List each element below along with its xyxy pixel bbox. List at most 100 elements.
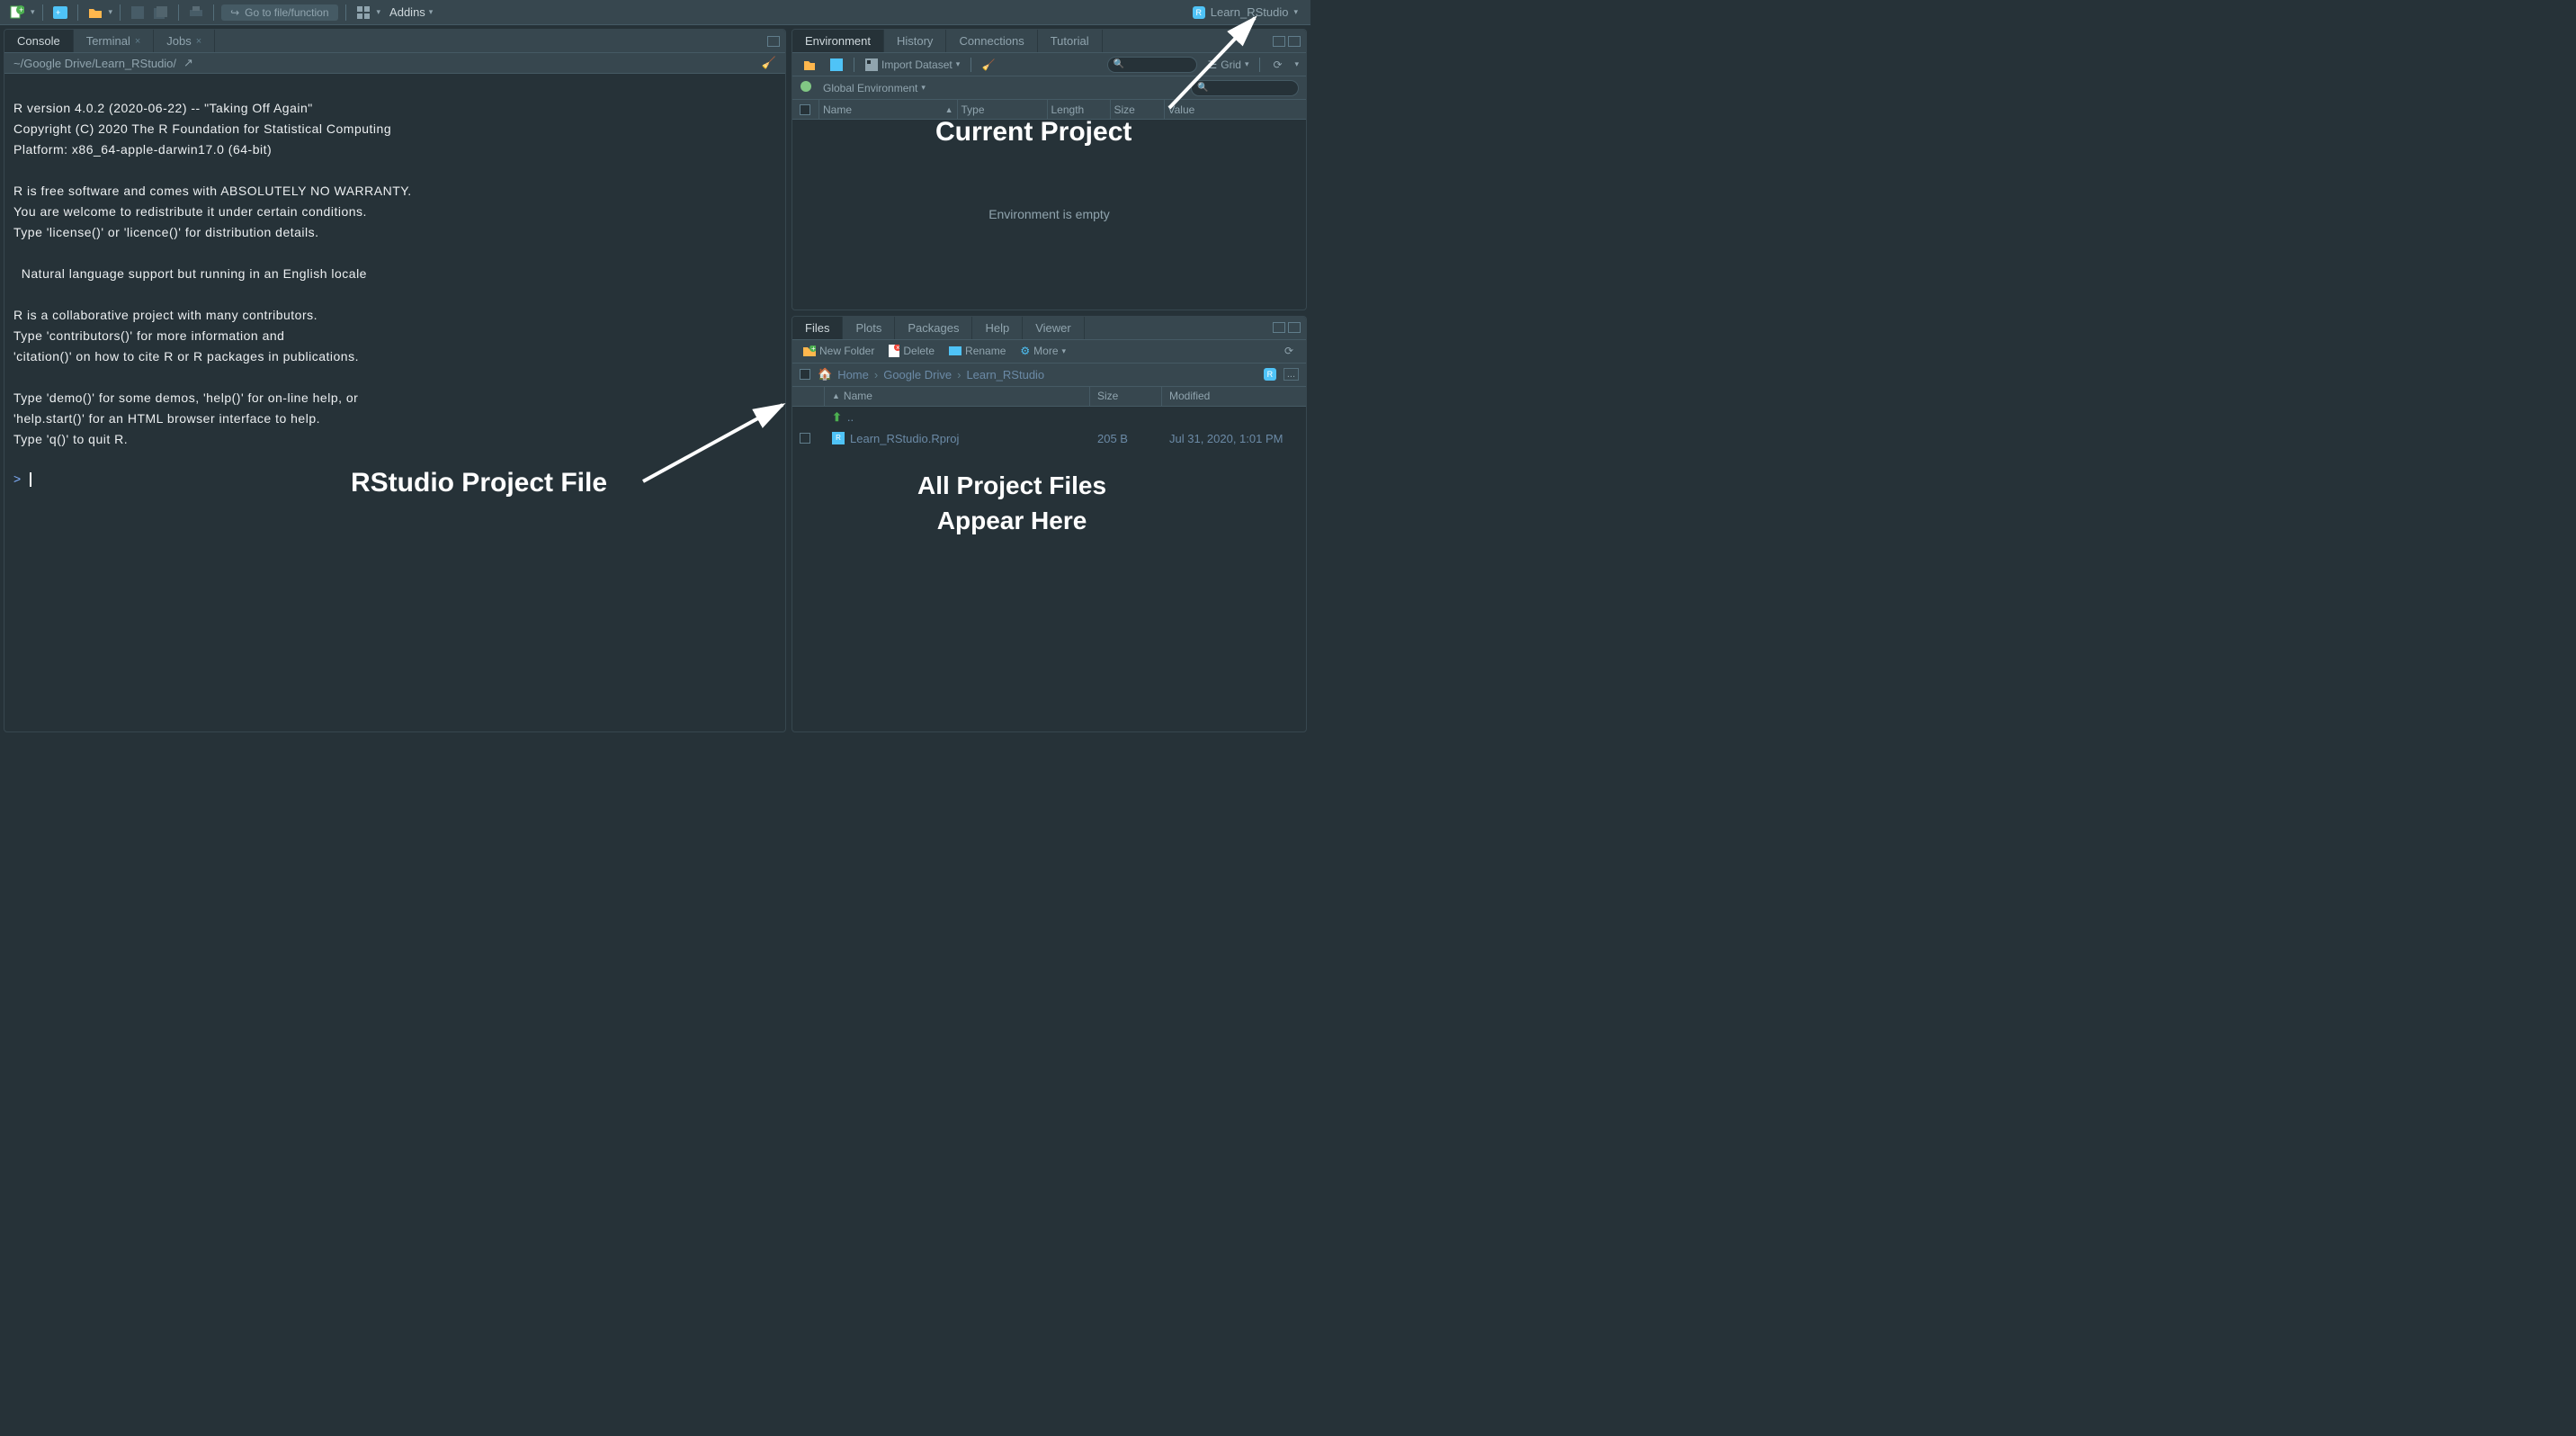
col-value[interactable]: Value: [1165, 100, 1303, 119]
save-icon: [128, 4, 148, 22]
open-file-icon[interactable]: [85, 4, 105, 22]
minimize-icon[interactable]: [1273, 36, 1285, 47]
files-columns-header: ▲ Name Size Modified: [792, 387, 1306, 407]
goto-placeholder: Go to file/function: [245, 6, 328, 19]
project-name: Learn_RStudio: [1211, 5, 1289, 19]
r-logo-icon: [800, 80, 812, 95]
tab-viewer[interactable]: Viewer: [1023, 317, 1085, 339]
rproject-icon: R: [1193, 6, 1205, 19]
rproj-file-icon: R: [832, 432, 845, 444]
filter-input[interactable]: 🔍: [1191, 80, 1299, 96]
env-toolbar: Import Dataset ▾ 🧹 🔍 ☰ Grid ▾ ⟳▾: [792, 53, 1306, 76]
env-empty-text: Environment is empty: [988, 207, 1110, 221]
tab-plots[interactable]: Plots: [843, 317, 895, 339]
col-modified[interactable]: Modified: [1162, 387, 1306, 406]
tab-packages[interactable]: Packages: [895, 317, 972, 339]
breadcrumb: 🏠 Home › Google Drive › Learn_RStudio: [818, 367, 1044, 381]
caret-icon[interactable]: ▾: [377, 7, 381, 17]
goto-dir-icon[interactable]: ↗: [183, 56, 193, 70]
working-dir-path[interactable]: ~/Google Drive/Learn_RStudio/: [13, 57, 176, 70]
save-workspace-icon[interactable]: [827, 56, 846, 74]
gear-icon: ⚙: [1020, 345, 1030, 357]
file-size: 205 B: [1090, 432, 1162, 445]
clear-console-icon[interactable]: 🧹: [762, 56, 776, 70]
col-type[interactable]: Type: [958, 100, 1048, 119]
load-workspace-icon[interactable]: [800, 56, 819, 74]
rename-button[interactable]: Rename: [945, 343, 1009, 359]
tab-jobs[interactable]: Jobs ×: [154, 30, 215, 52]
ellipsis-icon[interactable]: ...: [1284, 368, 1299, 381]
tab-files[interactable]: Files: [792, 317, 843, 339]
tab-terminal[interactable]: Terminal ×: [74, 30, 155, 52]
clear-env-icon[interactable]: 🧹: [979, 56, 998, 74]
tab-tutorial[interactable]: Tutorial: [1038, 30, 1103, 52]
project-selector[interactable]: R Learn_RStudio ▾: [1187, 4, 1303, 21]
col-size[interactable]: Size: [1111, 100, 1165, 119]
goto-icon: ↪: [230, 6, 239, 19]
console-prompt: >: [13, 471, 22, 486]
env-body: Environment is empty: [792, 120, 1306, 310]
env-columns-header: Name▲ Type Length Size Value: [792, 100, 1306, 120]
tools-grid-icon[interactable]: [353, 4, 373, 22]
caret-icon[interactable]: ▾: [109, 7, 113, 17]
svg-text:+: +: [19, 5, 23, 14]
files-list: ⬆ .. R Learn_RStudio.Rproj 205 B Jul 31,…: [792, 407, 1306, 731]
file-row-up[interactable]: ⬆ ..: [792, 407, 1306, 428]
files-breadcrumb-row: 🏠 Home › Google Drive › Learn_RStudio R …: [792, 363, 1306, 387]
console-text: R version 4.0.2 (2020-06-22) -- "Taking …: [13, 101, 412, 446]
file-modified: Jul 31, 2020, 1:01 PM: [1162, 432, 1306, 445]
more-button[interactable]: ⚙ More ▾: [1016, 343, 1069, 359]
console-tabs: Console Terminal × Jobs ×: [4, 30, 785, 53]
crumb-2[interactable]: Learn_RStudio: [966, 368, 1044, 381]
env-scope-row: Global Environment ▾ 🔍: [792, 76, 1306, 100]
tab-help[interactable]: Help: [972, 317, 1023, 339]
tab-history[interactable]: History: [884, 30, 946, 52]
select-all-files-checkbox[interactable]: [800, 369, 810, 380]
refresh-icon[interactable]: ⟳: [1267, 56, 1287, 74]
crumb-home[interactable]: Home: [837, 368, 869, 381]
new-project-icon[interactable]: +: [50, 4, 70, 22]
col-size[interactable]: Size: [1090, 387, 1162, 406]
goto-project-dir-icon[interactable]: R: [1264, 368, 1276, 381]
delete-button[interactable]: × Delete: [885, 343, 938, 359]
search-icon: 🔍: [1197, 83, 1208, 93]
home-icon[interactable]: 🏠: [818, 367, 832, 381]
addins-label: Addins: [389, 5, 425, 19]
new-folder-button[interactable]: + New Folder: [800, 343, 878, 359]
maximize-icon[interactable]: [767, 36, 780, 47]
maximize-icon[interactable]: [1288, 322, 1301, 333]
env-tabs: Environment History Connections Tutorial: [792, 30, 1306, 53]
goto-file-function-input[interactable]: ↪ Go to file/function: [221, 4, 337, 21]
print-icon: [186, 4, 206, 22]
console-output[interactable]: R version 4.0.2 (2020-06-22) -- "Taking …: [4, 74, 785, 731]
crumb-1[interactable]: Google Drive: [883, 368, 952, 381]
addins-menu[interactable]: Addins ▾: [384, 4, 438, 21]
tab-console[interactable]: Console: [4, 30, 74, 52]
import-dataset-button[interactable]: Import Dataset ▾: [862, 57, 963, 73]
minimize-icon[interactable]: [1273, 322, 1285, 333]
view-mode-selector[interactable]: ☰ Grid ▾: [1204, 57, 1253, 73]
select-all-checkbox[interactable]: [800, 104, 810, 115]
col-length[interactable]: Length: [1048, 100, 1111, 119]
file-row-rproj[interactable]: R Learn_RStudio.Rproj 205 B Jul 31, 2020…: [792, 428, 1306, 449]
caret-icon[interactable]: ▾: [31, 7, 35, 17]
svg-text:+: +: [811, 346, 816, 353]
main-toolbar: + ▾ + ▾ ↪ Go to file/function ▾ Addins ▾…: [0, 0, 1310, 25]
svg-text:×: ×: [896, 345, 899, 352]
scope-selector[interactable]: Global Environment ▾: [819, 80, 929, 96]
up-arrow-icon: ⬆: [832, 410, 842, 425]
maximize-icon[interactable]: [1288, 36, 1301, 47]
files-tabs: Files Plots Packages Help Viewer: [792, 317, 1306, 340]
file-checkbox[interactable]: [800, 433, 810, 444]
refresh-icon[interactable]: ⟳: [1279, 342, 1299, 360]
tab-connections[interactable]: Connections: [946, 30, 1037, 52]
search-icon: 🔍: [1114, 59, 1124, 69]
col-name[interactable]: Name▲: [819, 100, 958, 119]
new-file-icon[interactable]: +: [7, 4, 27, 22]
console-subheader: ~/Google Drive/Learn_RStudio/ ↗ 🧹: [4, 53, 785, 74]
save-all-icon: [151, 4, 171, 22]
col-name[interactable]: ▲ Name: [825, 387, 1090, 406]
tab-environment[interactable]: Environment: [792, 30, 884, 52]
files-toolbar: + New Folder × Delete Rename ⚙ More ▾ ⟳: [792, 340, 1306, 363]
env-search-input[interactable]: 🔍: [1107, 57, 1197, 73]
